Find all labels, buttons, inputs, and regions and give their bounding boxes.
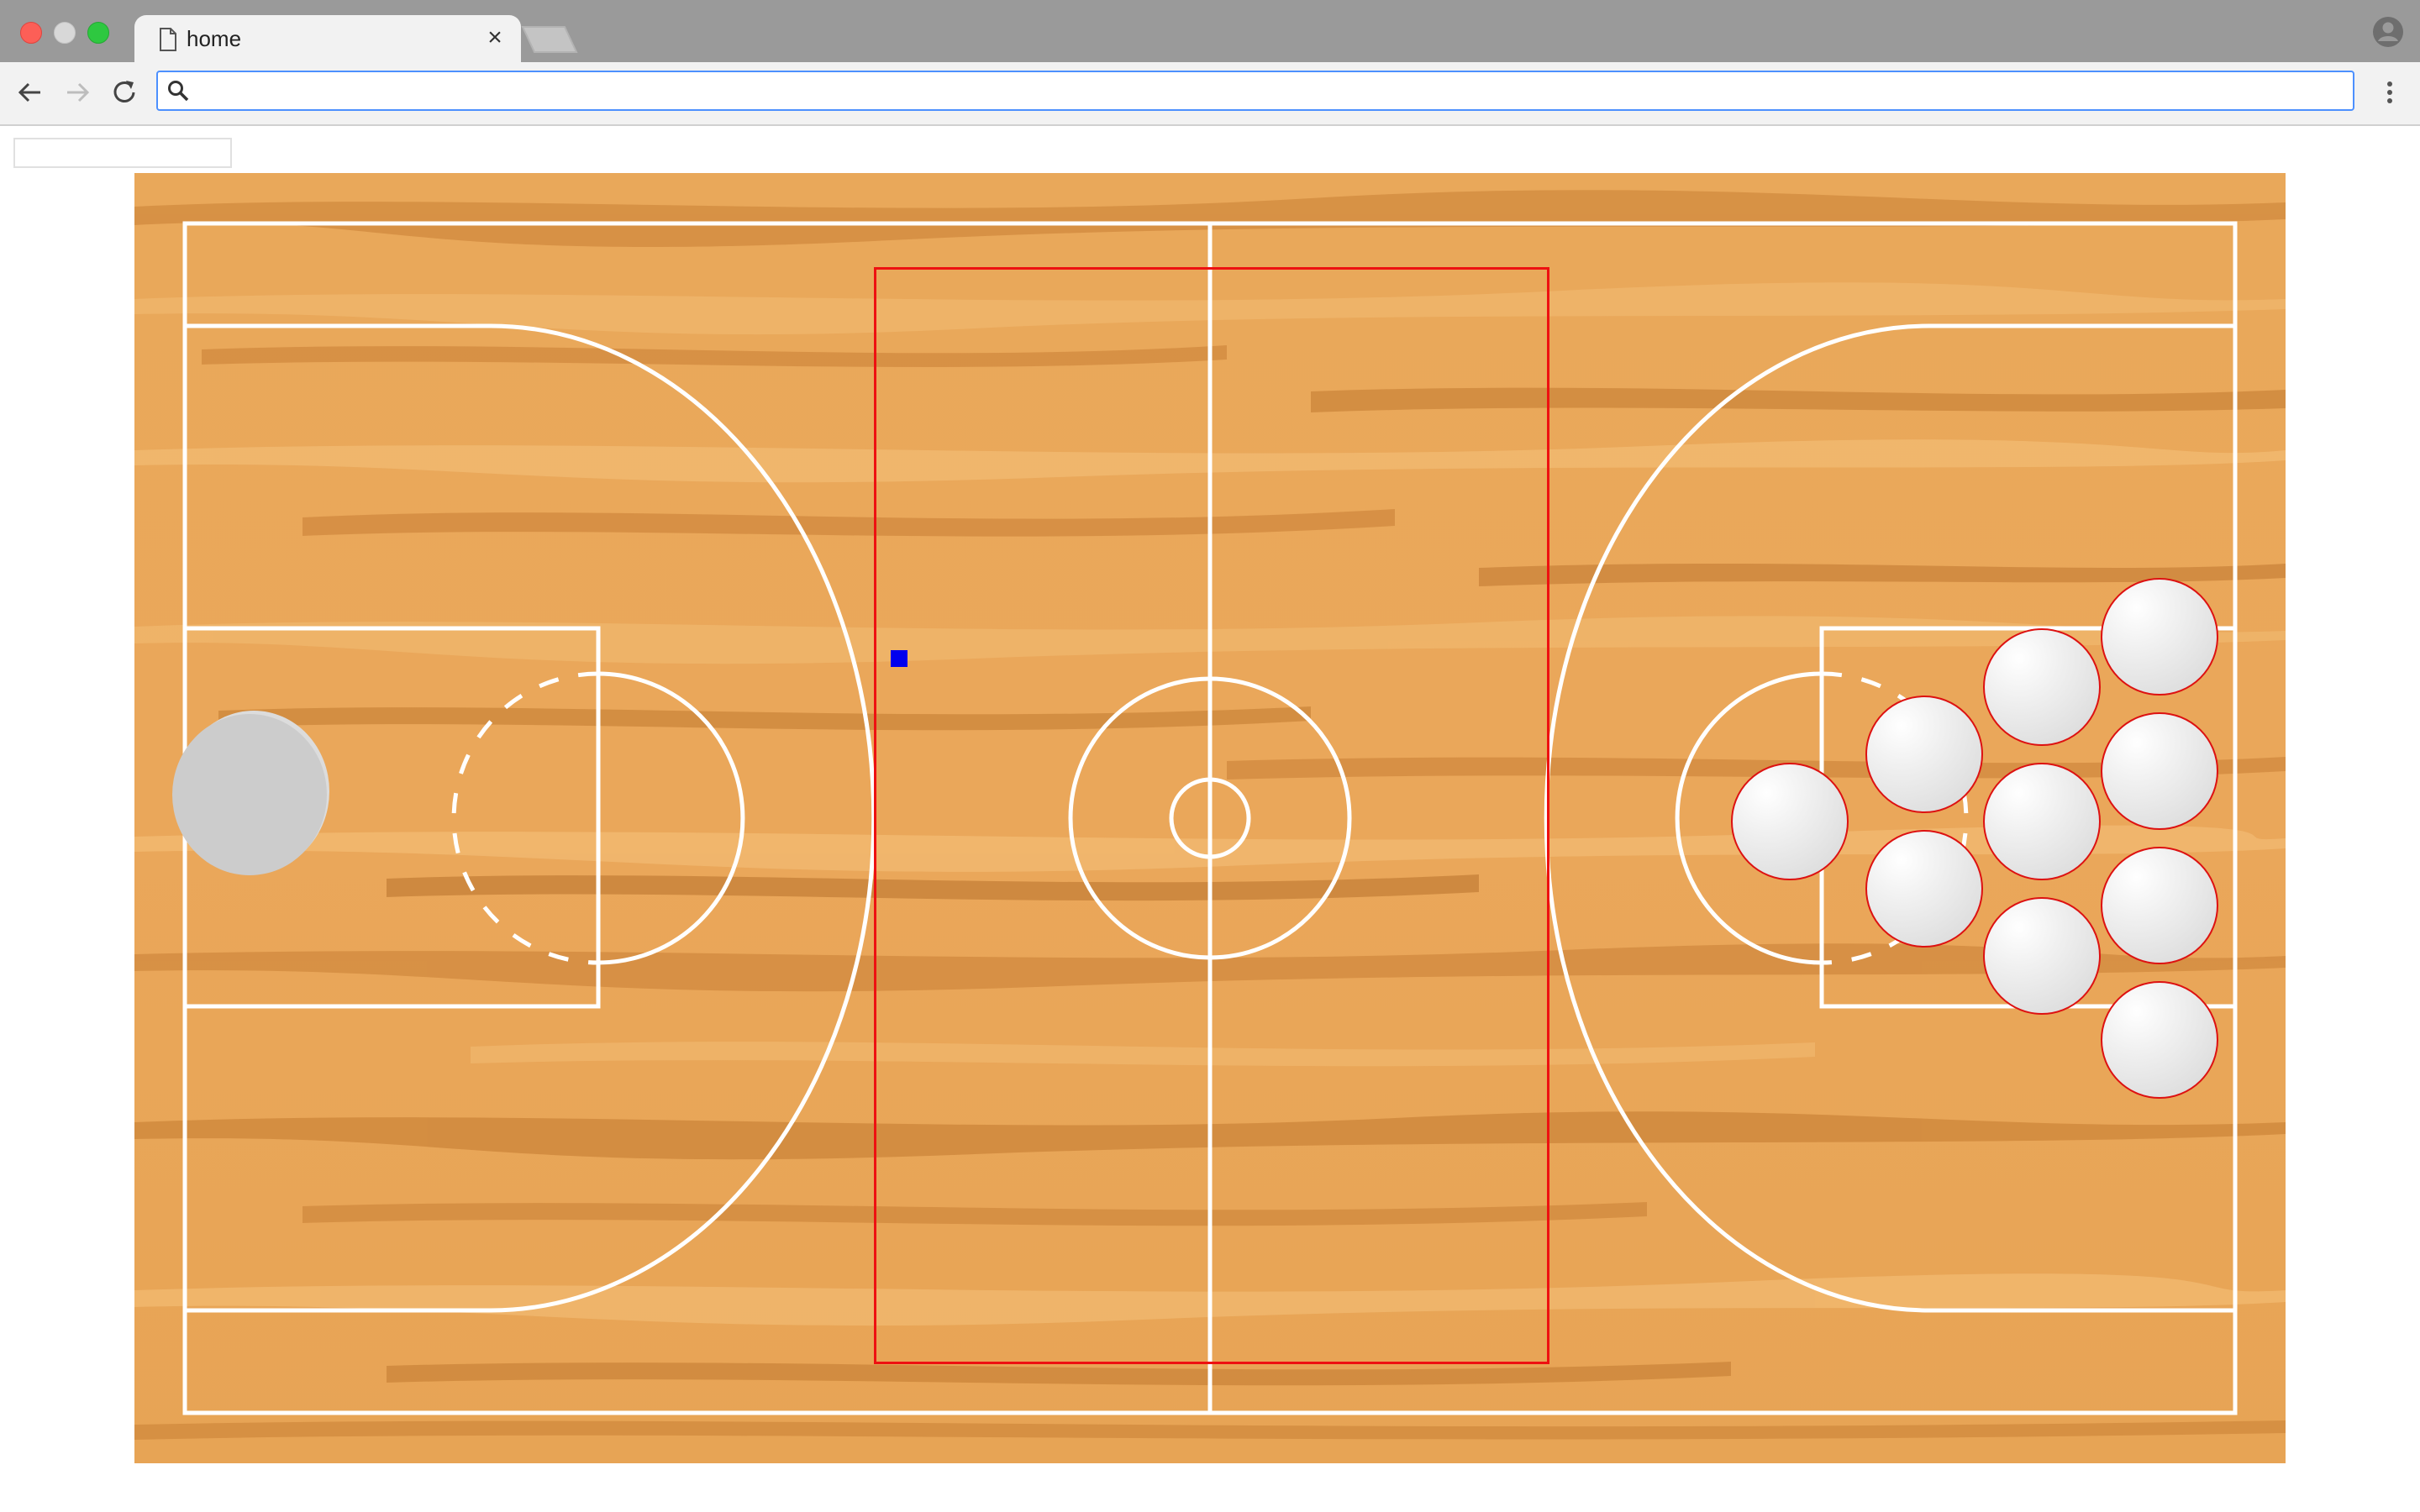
- address-bar[interactable]: [156, 71, 2354, 111]
- browser-title-bar: home ×: [0, 0, 2420, 64]
- rack-ball[interactable]: [1983, 897, 2101, 1015]
- drop-zone[interactable]: [874, 267, 1549, 1364]
- reload-icon[interactable]: [108, 76, 141, 109]
- kebab-menu-icon[interactable]: [2373, 76, 2407, 109]
- forward-arrow-icon[interactable]: [60, 76, 94, 109]
- tab-title: home: [187, 26, 242, 51]
- basketball-court: [134, 173, 2286, 1463]
- rack-ball[interactable]: [1865, 830, 1983, 948]
- rack-ball[interactable]: [2101, 847, 2218, 964]
- new-tab-icon[interactable]: [521, 25, 580, 54]
- page-text-input[interactable]: [13, 138, 232, 168]
- rack-ball[interactable]: [1731, 763, 1849, 880]
- profile-icon[interactable]: [2371, 15, 2405, 49]
- address-input[interactable]: [197, 76, 2334, 108]
- back-arrow-icon[interactable]: [13, 76, 47, 109]
- rack-ball[interactable]: [1983, 763, 2101, 880]
- maximize-window-button[interactable]: [87, 22, 109, 44]
- minimize-window-button[interactable]: [54, 22, 76, 44]
- close-window-button[interactable]: [20, 22, 42, 44]
- rack-ball[interactable]: [2101, 981, 2218, 1099]
- search-icon: [168, 81, 189, 102]
- document-icon: [160, 28, 176, 51]
- browser-toolbar: [0, 62, 2420, 126]
- rack-ball[interactable]: [2101, 578, 2218, 696]
- tab-close-icon[interactable]: ×: [481, 24, 509, 52]
- browser-tab-home[interactable]: home ×: [134, 15, 521, 64]
- held-ball[interactable]: [170, 711, 329, 875]
- rack-ball[interactable]: [2101, 712, 2218, 830]
- rack-ball[interactable]: [1983, 628, 2101, 746]
- target-marker: [891, 650, 908, 667]
- rack-ball[interactable]: [1865, 696, 1983, 813]
